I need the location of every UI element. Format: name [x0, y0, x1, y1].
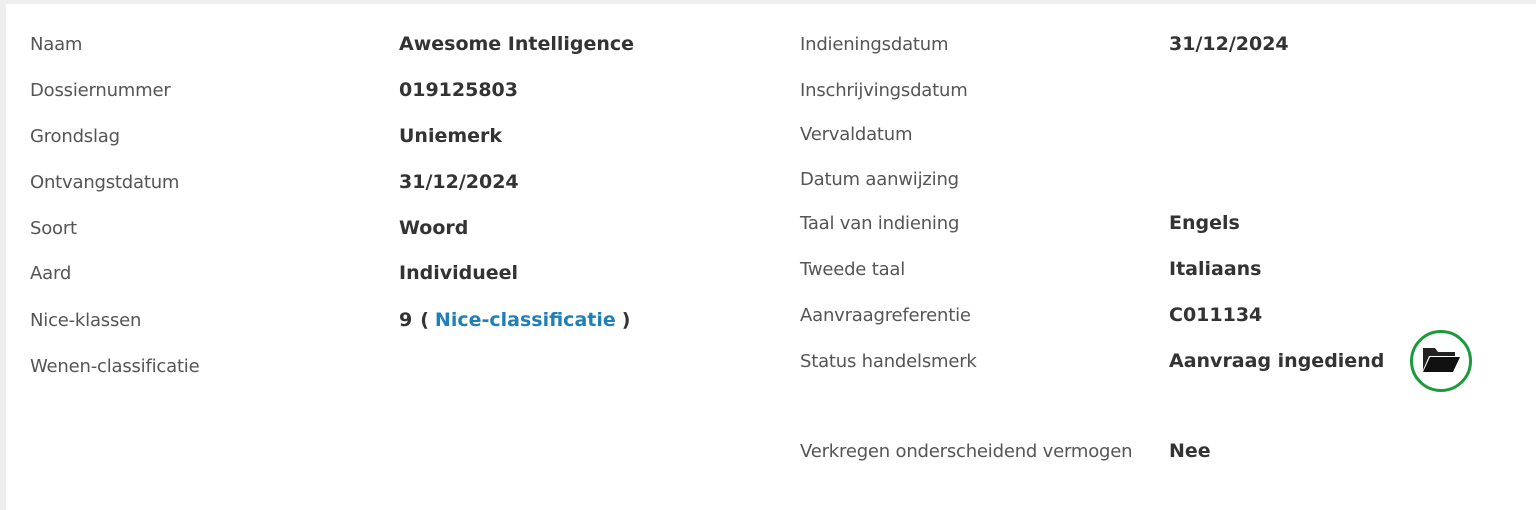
value-soort: Woord — [399, 217, 469, 239]
trademark-details-panel: Naam Awesome Intelligence Dossiernummer … — [6, 4, 1536, 510]
nice-open-paren: ( — [420, 309, 429, 331]
label-aanvraagreferentie: Aanvraagreferentie — [800, 304, 971, 326]
label-grondslag: Grondslag — [30, 125, 120, 147]
label-datum-aanwijzing: Datum aanwijzing — [800, 168, 959, 190]
status-documents-button[interactable] — [1410, 330, 1473, 392]
label-wenen-classificatie: Wenen-classificatie — [30, 355, 200, 377]
value-naam: Awesome Intelligence — [399, 33, 635, 55]
label-tweede-taal: Tweede taal — [800, 258, 906, 280]
value-ontvangstdatum: 31/12/2024 — [399, 171, 519, 193]
value-taal-van-indiening: Engels — [1169, 212, 1240, 234]
label-taal-van-indiening: Taal van indiening — [800, 212, 960, 234]
value-nice-klassen: 9 ( Nice-classificatie ) — [399, 309, 630, 331]
value-grondslag: Uniemerk — [399, 125, 503, 147]
value-indieningsdatum: 31/12/2024 — [1169, 33, 1289, 55]
label-status-handelsmerk: Status handelsmerk — [800, 350, 977, 372]
value-aard: Individueel — [399, 262, 519, 284]
label-verkregen-onderscheidend-vermogen: Verkregen onderscheidend vermogen — [800, 440, 1133, 462]
value-tweede-taal: Italiaans — [1169, 258, 1262, 280]
label-nice-klassen: Nice-klassen — [30, 309, 142, 331]
value-status-handelsmerk: Aanvraag ingediend — [1169, 330, 1473, 392]
label-soort: Soort — [30, 217, 77, 239]
value-verkregen-onderscheidend-vermogen: Nee — [1169, 440, 1211, 462]
nice-classificatie-link[interactable]: Nice-classificatie — [435, 309, 616, 331]
label-aard: Aard — [30, 262, 72, 284]
label-vervaldatum: Vervaldatum — [800, 123, 913, 145]
nice-close-paren: ) — [621, 309, 631, 331]
value-dossiernummer: 019125803 — [399, 79, 518, 101]
label-indieningsdatum: Indieningsdatum — [800, 33, 949, 55]
value-aanvraagreferentie: C011134 — [1169, 304, 1263, 326]
label-dossiernummer: Dossiernummer — [30, 79, 171, 101]
label-ontvangstdatum: Ontvangstdatum — [30, 171, 180, 193]
nice-class-number: 9 — [399, 309, 413, 331]
label-naam: Naam — [30, 33, 83, 55]
label-inschrijvingsdatum: Inschrijvingsdatum — [800, 79, 968, 101]
status-text: Aanvraag ingediend — [1169, 350, 1385, 372]
folder-open-icon — [1421, 344, 1461, 379]
